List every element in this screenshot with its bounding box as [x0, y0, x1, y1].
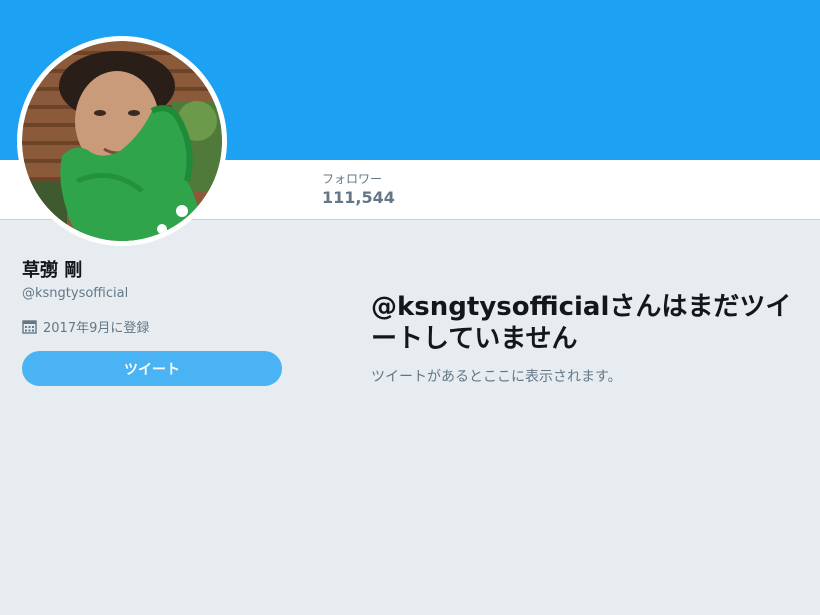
profile-name: 草彅 剛 [22, 260, 83, 281]
followers-count: 111,544 [322, 188, 395, 207]
calendar-icon [22, 320, 37, 334]
join-date-text: 2017年9月に登録 [43, 321, 150, 336]
avatar-photo [22, 41, 222, 241]
join-date: 2017年9月に登録 [22, 317, 149, 336]
empty-timeline-subtitle: ツイートがあるとここに表示されます。 [371, 369, 622, 385]
followers-stat-link[interactable]: フォロワー 111,544 [322, 172, 395, 208]
profile-avatar[interactable] [17, 36, 227, 246]
followers-label: フォロワー [322, 172, 383, 186]
empty-timeline-title: @ksngtysofficialさんはまだツイートしていません [371, 292, 792, 354]
tweet-button[interactable]: ツイート [22, 351, 282, 386]
profile-handle: @ksngtysofficial [22, 286, 129, 301]
